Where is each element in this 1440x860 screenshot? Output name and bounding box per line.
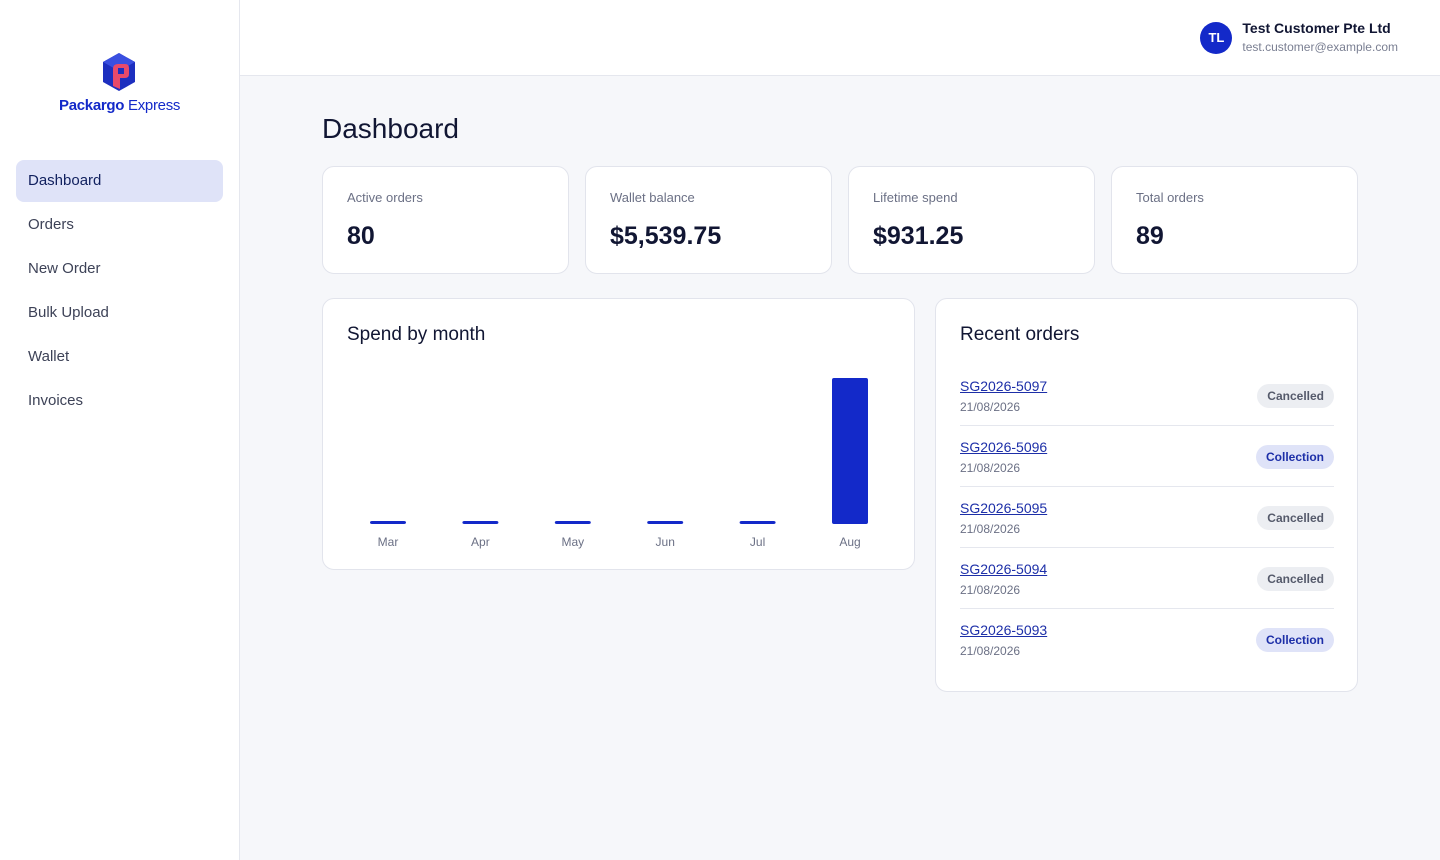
sidebar-item-invoices[interactable]: Invoices: [16, 380, 223, 422]
bar-jul: [739, 521, 776, 524]
order-date: 21/08/2026: [960, 461, 1021, 475]
stat-value: $931.25: [873, 222, 964, 250]
stat-card-active-orders: Active orders 80: [322, 166, 569, 274]
user-email: test.customer@example.com: [1242, 40, 1398, 54]
sidebar-item-dashboard[interactable]: Dashboard: [16, 160, 223, 202]
brand-name-bold: Packargo: [59, 97, 125, 114]
bar-apr: [462, 521, 499, 524]
recent-orders-title: Recent orders: [960, 324, 1080, 345]
user-name: Test Customer Pte Ltd: [1242, 20, 1391, 36]
stat-value: $5,539.75: [610, 222, 722, 250]
stat-value: 89: [1136, 222, 1164, 250]
recent-orders-card: Recent orders SG2026-5097 21/08/2026 Can…: [935, 298, 1358, 692]
order-link[interactable]: SG2026-5096: [960, 439, 1047, 455]
spend-by-month-card: Spend by month Mar Apr May Jun Jul Aug: [322, 298, 915, 570]
list-item: SG2026-5096 21/08/2026 Collection: [960, 426, 1334, 487]
bar-jun: [647, 521, 684, 524]
order-link[interactable]: SG2026-5093: [960, 622, 1047, 638]
stat-card-wallet-balance: Wallet balance $5,539.75: [585, 166, 832, 274]
bar-may: [554, 521, 591, 524]
bar-aug: [832, 378, 868, 524]
x-tick-label: Jun: [656, 535, 675, 549]
stat-label: Lifetime spend: [873, 190, 958, 205]
order-link[interactable]: SG2026-5094: [960, 561, 1047, 577]
order-date: 21/08/2026: [960, 644, 1021, 658]
sidebar: Packargo Express Dashboard Orders New Or…: [0, 0, 240, 860]
x-tick-label: Apr: [471, 535, 490, 549]
order-date: 21/08/2026: [960, 522, 1021, 536]
stat-label: Active orders: [347, 190, 423, 205]
brand-name: Packargo Express: [59, 97, 180, 114]
stat-card-total-orders: Total orders 89: [1111, 166, 1358, 274]
stat-card-lifetime-spend: Lifetime spend $931.25: [848, 166, 1095, 274]
list-item: SG2026-5094 21/08/2026 Cancelled: [960, 548, 1334, 609]
sidebar-item-wallet[interactable]: Wallet: [16, 336, 223, 378]
stat-value: 80: [347, 222, 375, 250]
recent-orders-list: SG2026-5097 21/08/2026 Cancelled SG2026-…: [960, 365, 1334, 670]
list-item: SG2026-5095 21/08/2026 Cancelled: [960, 487, 1334, 548]
list-item: SG2026-5097 21/08/2026 Cancelled: [960, 365, 1334, 426]
order-link[interactable]: SG2026-5097: [960, 378, 1047, 394]
package-logo-icon: [103, 53, 135, 91]
order-date: 21/08/2026: [960, 583, 1021, 597]
x-tick-label: Jul: [750, 535, 765, 549]
status-badge: Collection: [1255, 628, 1334, 652]
avatar[interactable]: TL: [1200, 22, 1233, 54]
stat-label: Total orders: [1136, 190, 1204, 205]
user-info: Test Customer Pte Ltd test.customer@exam…: [1242, 20, 1398, 56]
user-menu[interactable]: TL Test Customer Pte Ltd test.customer@e…: [1200, 20, 1398, 56]
top-bar: TL Test Customer Pte Ltd test.customer@e…: [240, 0, 1440, 76]
sidebar-nav: Dashboard Orders New Order Bulk Upload W…: [16, 160, 223, 424]
brand-name-light: Express: [128, 97, 181, 114]
sidebar-item-orders[interactable]: Orders: [16, 204, 223, 246]
x-tick-label: Aug: [839, 535, 860, 549]
x-tick-label: Mar: [378, 535, 399, 549]
brand-logo[interactable]: Packargo Express: [56, 50, 186, 116]
sidebar-item-bulk-upload[interactable]: Bulk Upload: [16, 292, 223, 334]
spend-bar-chart: Mar Apr May Jun Jul Aug: [370, 378, 868, 549]
sidebar-item-new-order[interactable]: New Order: [16, 248, 223, 290]
status-badge: Cancelled: [1257, 567, 1334, 591]
stat-label: Wallet balance: [610, 190, 695, 205]
bar-mar: [370, 521, 406, 524]
status-badge: Cancelled: [1257, 506, 1334, 530]
status-badge: Collection: [1255, 445, 1334, 469]
order-link[interactable]: SG2026-5095: [960, 500, 1047, 516]
status-badge: Cancelled: [1257, 384, 1334, 408]
list-item: SG2026-5093 21/08/2026 Collection: [960, 609, 1334, 670]
order-date: 21/08/2026: [960, 400, 1021, 414]
page-title: Dashboard: [322, 113, 459, 144]
x-tick-label: May: [561, 535, 584, 549]
